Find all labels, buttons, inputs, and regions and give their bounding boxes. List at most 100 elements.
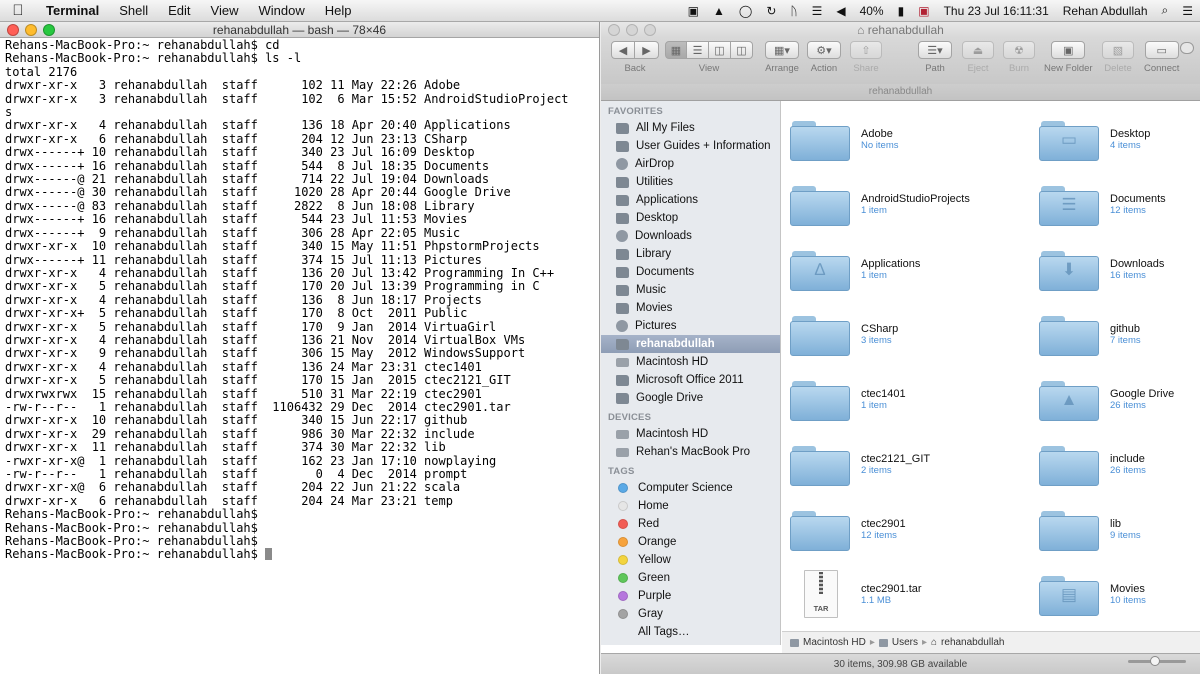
terminal-line: drwxr-xr-x 4 rehanabdullah staff 136 20 … xyxy=(5,265,555,280)
battery-icon[interactable]: ▮ xyxy=(891,4,912,18)
action-button[interactable]: ⚙▾ xyxy=(807,41,841,59)
eject-button[interactable]: ⏏ xyxy=(962,41,994,59)
volume-icon[interactable]: ◀ xyxy=(829,4,852,18)
file-item-csharp[interactable]: CSharp 3 items xyxy=(790,310,990,360)
clock[interactable]: Thu 23 Jul 16:11:31 xyxy=(937,4,1056,18)
file-item-github[interactable]: github 7 items xyxy=(1039,310,1200,360)
tag-item-home[interactable]: Home xyxy=(601,497,780,515)
tag-item-computer-science[interactable]: Computer Science xyxy=(601,479,780,497)
path-label: Path xyxy=(925,63,945,74)
menu-view[interactable]: View xyxy=(201,3,249,18)
slider-knob[interactable] xyxy=(1150,656,1160,666)
back-button[interactable]: ◀ xyxy=(611,41,635,59)
connect-button[interactable]: ▭ xyxy=(1144,41,1179,59)
file-item-google-drive[interactable]: ▲ Google Drive 26 items xyxy=(1039,375,1200,425)
sidebar-item-google-drive[interactable]: Google Drive xyxy=(601,389,780,407)
notification-icon[interactable]: ▲ xyxy=(706,4,732,18)
tag-item-green[interactable]: Green xyxy=(601,569,780,587)
tag-item-yellow[interactable]: Yellow xyxy=(601,551,780,569)
file-item-movies[interactable]: ▤ Movies 10 items xyxy=(1039,570,1200,620)
sidebar-item-desktop[interactable]: Desktop xyxy=(601,209,780,227)
file-item-androidstudioprojects[interactable]: AndroidStudioProjects 1 item xyxy=(790,180,990,230)
file-info: 16 items xyxy=(1110,270,1146,281)
sidebar-item-applications[interactable]: Applications xyxy=(601,191,780,209)
sidebar-item-music[interactable]: Music xyxy=(601,281,780,299)
path-segment-home[interactable]: ⌂ rehanabdullah xyxy=(931,637,1004,648)
sidebar-item-user-guides-information[interactable]: User Guides + Information xyxy=(601,137,780,155)
sidebar-item-utilities[interactable]: Utilities xyxy=(601,173,780,191)
zoom-button[interactable] xyxy=(644,24,656,36)
terminal-line: drwx------+ 9 rehanabdullah staff 306 28… xyxy=(5,225,461,240)
icon-view-button[interactable]: ▦ xyxy=(665,41,687,59)
path-segment-disk[interactable]: Macintosh HD xyxy=(790,637,866,648)
menu-shell[interactable]: Shell xyxy=(109,3,158,18)
close-button[interactable] xyxy=(7,23,19,36)
tag-item-red[interactable]: Red xyxy=(601,515,780,533)
battery-percent[interactable]: 40% xyxy=(853,4,891,18)
minimize-button[interactable] xyxy=(25,23,37,36)
file-item-desktop[interactable]: ▭ Desktop 4 items xyxy=(1039,115,1200,165)
new-folder-button[interactable]: ▣ xyxy=(1051,41,1086,59)
column-view-button[interactable]: ◫ xyxy=(709,41,731,59)
path-button[interactable]: ☰▾ xyxy=(918,41,952,59)
sidebar-item-library[interactable]: Library xyxy=(601,245,780,263)
sidebar-item-rehanabdullah[interactable]: rehanabdullah xyxy=(601,335,780,353)
file-info: 9 items xyxy=(1110,530,1141,541)
sidebar-item-downloads[interactable]: Downloads xyxy=(601,227,780,245)
accessibility-icon[interactable]: ◯ xyxy=(732,4,759,18)
minimize-button[interactable] xyxy=(626,24,638,36)
icon-size-slider[interactable] xyxy=(1128,656,1186,666)
menu-terminal[interactable]: Terminal xyxy=(36,3,109,18)
arrange-button[interactable]: ▦▾ xyxy=(765,41,799,59)
forward-button[interactable]: ▶ xyxy=(635,41,659,59)
file-item-ctec2901[interactable]: ctec2901 12 items xyxy=(790,505,990,555)
close-button[interactable] xyxy=(608,24,620,36)
sidebar-item-documents[interactable]: Documents xyxy=(601,263,780,281)
file-item-applications[interactable]: ∆ Applications 1 item xyxy=(790,245,990,295)
time-machine-icon[interactable]: ↻ xyxy=(759,4,783,18)
apple-icon[interactable]:  xyxy=(0,2,36,19)
terminal-line: drwxr-xr-x 6 rehanabdullah staff 204 12 … xyxy=(5,131,468,146)
list-view-button[interactable]: ☰ xyxy=(687,41,709,59)
zoom-button[interactable] xyxy=(43,23,55,36)
delete-button[interactable]: ▧ xyxy=(1102,41,1134,59)
user-name[interactable]: Rehan Abdullah xyxy=(1056,4,1155,18)
file-item-adobe[interactable]: Adobe No items xyxy=(790,115,990,165)
menu-help[interactable]: Help xyxy=(315,3,362,18)
wifi-icon[interactable]: ☰ xyxy=(805,4,830,18)
device-item-macintosh-hd[interactable]: Macintosh HD xyxy=(601,425,780,443)
file-item-downloads[interactable]: ⬇ Downloads 16 items xyxy=(1039,245,1200,295)
burn-button[interactable]: ☢ xyxy=(1003,41,1035,59)
file-item-lib[interactable]: lib 9 items xyxy=(1039,505,1200,555)
sidebar-item-movies[interactable]: Movies xyxy=(601,299,780,317)
file-item-documents[interactable]: ☰ Documents 12 items xyxy=(1039,180,1200,230)
terminal-titlebar[interactable]: rehanabdullah — bash — 78×46 xyxy=(0,22,599,38)
tag-item-all-tags[interactable]: All Tags… xyxy=(601,623,780,641)
camera-icon[interactable]: ▣ xyxy=(681,4,706,18)
file-item-ctec2121-git[interactable]: ctec2121_GIT 2 items xyxy=(790,440,990,490)
tag-item-orange[interactable]: Orange xyxy=(601,533,780,551)
finder-titlebar[interactable]: ⌂ rehanabdullah xyxy=(601,22,1200,38)
share-button[interactable]: ⇧ xyxy=(850,41,882,59)
sidebar-item-pictures[interactable]: Pictures xyxy=(601,317,780,335)
file-item-include[interactable]: include 26 items xyxy=(1039,440,1200,490)
uk-flag-icon[interactable]: ▣ xyxy=(911,4,936,18)
coverflow-view-button[interactable]: ◫ xyxy=(731,41,753,59)
sidebar-item-all-my-files[interactable]: All My Files xyxy=(601,119,780,137)
device-item-rehan-s-macbook-pro[interactable]: Rehan's MacBook Pro xyxy=(601,443,780,461)
tag-item-gray[interactable]: Gray xyxy=(601,605,780,623)
file-item-ctec1401[interactable]: ctec1401 1 item xyxy=(790,375,990,425)
menu-window[interactable]: Window xyxy=(249,3,315,18)
path-segment-users[interactable]: Users xyxy=(878,637,918,648)
sidebar-item-airdrop[interactable]: AirDrop xyxy=(601,155,780,173)
bluetooth-icon[interactable]: ᚢ xyxy=(783,4,804,18)
file-item-ctec2901-tar[interactable]: TAR ctec2901.tar 1.1 MB xyxy=(790,570,990,620)
sidebar-item-macintosh-hd[interactable]: Macintosh HD xyxy=(601,353,780,371)
toolbar-toggle-button[interactable] xyxy=(1180,42,1194,54)
tag-item-purple[interactable]: Purple xyxy=(601,587,780,605)
spotlight-search-icon[interactable]: ⌕ xyxy=(1155,3,1176,18)
menu-edit[interactable]: Edit xyxy=(158,3,200,18)
sidebar-item-microsoft-office-2011[interactable]: Microsoft Office 2011 xyxy=(601,371,780,389)
notification-center-icon[interactable]: ☰ xyxy=(1175,4,1200,18)
terminal-output[interactable]: Rehans-MacBook-Pro:~ rehanabdullah$ cd R… xyxy=(0,39,599,562)
